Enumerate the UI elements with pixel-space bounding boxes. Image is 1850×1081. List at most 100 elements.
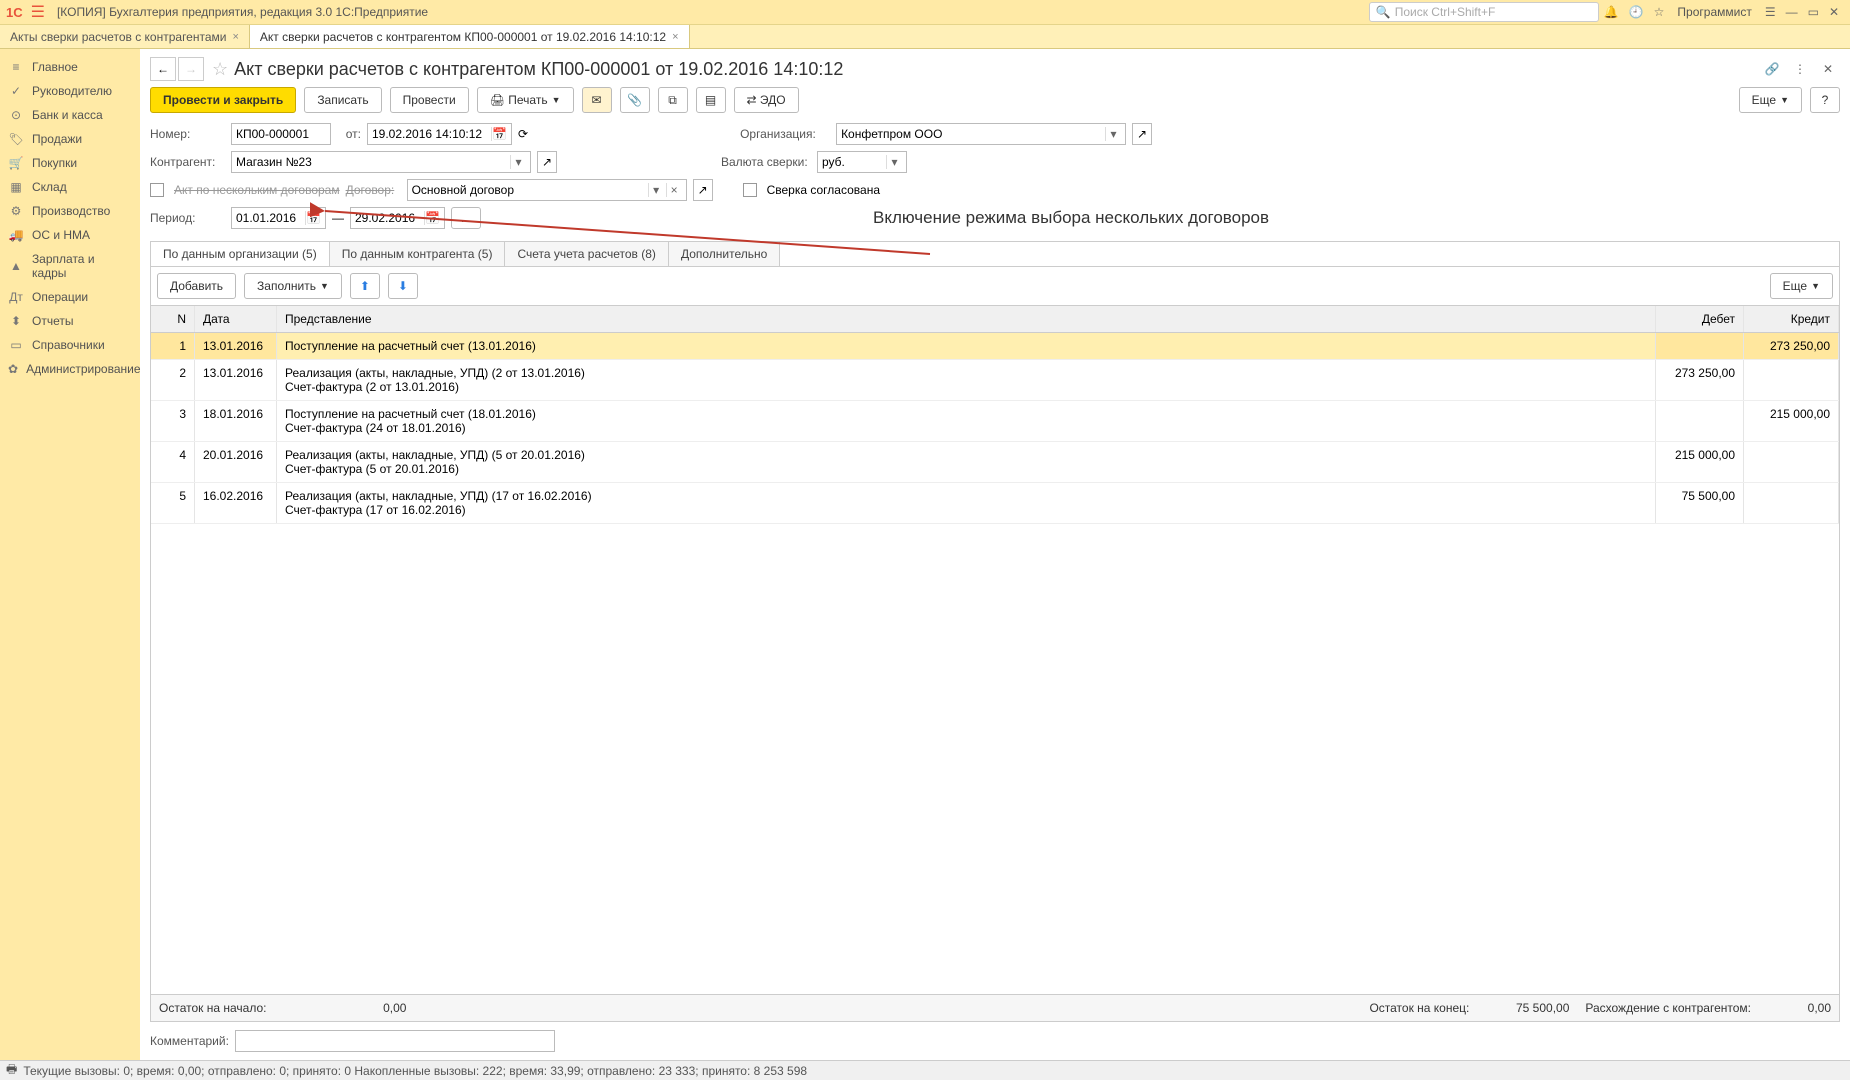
print-button[interactable]: 🖨 Печать▼ <box>477 87 574 113</box>
table-row[interactable]: 420.01.2016Реализация (акты, накладные, … <box>151 442 1839 483</box>
calendar-icon[interactable]: 📅 <box>424 211 440 225</box>
close-icon[interactable]: ✕ <box>1829 5 1839 19</box>
table-row[interactable]: 113.01.2016Поступление на расчетный счет… <box>151 333 1839 360</box>
history-icon[interactable]: 🕘 <box>1629 5 1644 19</box>
help-button[interactable]: ? <box>1810 87 1840 113</box>
cell-debit <box>1656 333 1744 359</box>
sidebar-item-sales[interactable]: 🏷Продажи <box>0 127 140 151</box>
statusbar: 🖶 Текущие вызовы: 0; время: 0,00; отправ… <box>0 1060 1850 1080</box>
cart-icon: 🛒 <box>8 156 24 170</box>
sidebar-item-operations[interactable]: ДтОперации <box>0 285 140 309</box>
checkbox-agreed[interactable] <box>743 183 757 197</box>
bell-icon[interactable]: 🔔 <box>1604 5 1619 19</box>
input-number[interactable]: КП00-000001 <box>231 123 331 145</box>
col-n[interactable]: N <box>151 306 195 332</box>
post-button[interactable]: Провести <box>390 87 469 113</box>
sidebar-item-stock[interactable]: ▦Склад <box>0 175 140 199</box>
col-date[interactable]: Дата <box>195 306 277 332</box>
close-icon[interactable]: × <box>232 31 238 43</box>
attach-button[interactable]: 📎 <box>620 87 650 113</box>
end-balance-value: 75 500,00 <box>1469 1001 1569 1015</box>
input-period-to[interactable]: 29.02.2016📅 <box>350 207 445 229</box>
sidebar-item-director[interactable]: ✓Руководителю <box>0 79 140 103</box>
calendar-icon[interactable]: 📅 <box>305 211 321 225</box>
calendar-icon[interactable]: 📅 <box>491 127 507 141</box>
cell-repr: Реализация (акты, накладные, УПД) (2 от … <box>277 360 1656 400</box>
cell-n: 4 <box>151 442 195 482</box>
tab-accounts[interactable]: Счета учета расчетов (8) <box>505 242 668 266</box>
move-up-button[interactable]: ⬆ <box>350 273 380 299</box>
input-org[interactable]: Конфетпром ООО▾ <box>836 123 1126 145</box>
tab-additional[interactable]: Дополнительно <box>669 242 780 266</box>
sidebar-item-refs[interactable]: ▭Справочники <box>0 333 140 357</box>
clear-icon[interactable]: × <box>666 183 682 197</box>
restore-icon[interactable]: ▭ <box>1808 5 1819 19</box>
checkbox-multi-contracts[interactable] <box>150 183 164 197</box>
refresh-icon[interactable]: ⟳ <box>518 127 528 141</box>
back-button[interactable]: ← <box>150 57 176 81</box>
table-row[interactable]: 213.01.2016Реализация (акты, накладные, … <box>151 360 1839 401</box>
favorite-icon[interactable]: ☆ <box>212 59 228 80</box>
link-icon[interactable]: 🔗 <box>1760 57 1784 81</box>
fill-button[interactable]: Заполнить▼ <box>244 273 342 299</box>
sidebar: ≡Главное ✓Руководителю ⊙Банк и касса 🏷Пр… <box>0 49 140 1060</box>
move-down-button[interactable]: ⬇ <box>388 273 418 299</box>
more-button[interactable]: Еще▼ <box>1739 87 1802 113</box>
sidebar-item-purchases[interactable]: 🛒Покупки <box>0 151 140 175</box>
open-contragent-button[interactable]: ↗ <box>537 151 557 173</box>
col-credit[interactable]: Кредит <box>1744 306 1839 332</box>
col-debit[interactable]: Дебет <box>1656 306 1744 332</box>
search-icon: 🔍 <box>1376 5 1391 19</box>
structure-button[interactable]: ⧉ <box>658 87 688 113</box>
open-org-button[interactable]: ↗ <box>1132 123 1152 145</box>
label-currency: Валюта сверки: <box>721 155 811 169</box>
user-label[interactable]: Программист <box>1677 5 1751 19</box>
input-comment[interactable] <box>235 1030 555 1052</box>
tab-contragent-data[interactable]: По данным контрагента (5) <box>330 242 506 266</box>
status-text: Текущие вызовы: 0; время: 0,00; отправле… <box>23 1064 807 1078</box>
settings-bars-icon[interactable]: ☰ <box>1765 5 1776 19</box>
tab-reconciliation-doc[interactable]: Акт сверки расчетов с контрагентом КП00-… <box>250 25 690 48</box>
table-row[interactable]: 516.02.2016Реализация (акты, накладные, … <box>151 483 1839 524</box>
sidebar-item-admin[interactable]: ✿Администрирование <box>0 357 140 381</box>
sidebar-item-main[interactable]: ≡Главное <box>0 55 140 79</box>
more-table-button[interactable]: Еще▼ <box>1770 273 1833 299</box>
chevron-down-icon[interactable]: ▾ <box>510 155 526 169</box>
add-button[interactable]: Добавить <box>157 273 236 299</box>
post-and-close-button[interactable]: Провести и закрыть <box>150 87 296 113</box>
menu-icon[interactable]: ☰ <box>31 2 45 22</box>
input-dogovor[interactable]: Основной договор▾× <box>407 179 687 201</box>
tab-org-data[interactable]: По данным организации (5) <box>151 242 330 266</box>
input-date[interactable]: 19.02.2016 14:10:12📅 <box>367 123 512 145</box>
sidebar-item-assets[interactable]: 🚚ОС и НМА <box>0 223 140 247</box>
printer-icon[interactable]: 🖶 <box>6 1060 17 1081</box>
col-repr[interactable]: Представление <box>277 306 1656 332</box>
edo-button[interactable]: ⇄ ЭДО <box>734 87 799 113</box>
email-button[interactable]: ✉ <box>582 87 612 113</box>
input-period-from[interactable]: 01.01.2016📅 <box>231 207 326 229</box>
star-icon[interactable]: ☆ <box>1654 5 1665 19</box>
cell-n: 3 <box>151 401 195 441</box>
sidebar-item-hr[interactable]: ▲Зарплата и кадры <box>0 247 140 285</box>
close-icon[interactable]: ✕ <box>1816 57 1840 81</box>
sidebar-item-production[interactable]: ⚙Производство <box>0 199 140 223</box>
gear-icon: ⚙ <box>8 204 24 218</box>
chevron-down-icon[interactable]: ▾ <box>886 155 902 169</box>
chevron-down-icon[interactable]: ▾ <box>1105 127 1121 141</box>
search-input[interactable]: 🔍 Поиск Ctrl+Shift+F <box>1369 2 1599 22</box>
input-currency[interactable]: руб.▾ <box>817 151 907 173</box>
close-icon[interactable]: × <box>672 31 678 43</box>
minimize-icon[interactable]: — <box>1786 5 1798 19</box>
input-contragent[interactable]: Магазин №23▾ <box>231 151 531 173</box>
forward-button[interactable]: → <box>178 57 204 81</box>
period-more-button[interactable]: ... <box>451 207 481 229</box>
sidebar-item-bank[interactable]: ⊙Банк и касса <box>0 103 140 127</box>
table-row[interactable]: 318.01.2016Поступление на расчетный счет… <box>151 401 1839 442</box>
chevron-down-icon[interactable]: ▾ <box>648 183 664 197</box>
register-button[interactable]: ▤ <box>696 87 726 113</box>
open-dogovor-button[interactable]: ↗ <box>693 179 713 201</box>
more-vertical-icon[interactable]: ⋮ <box>1788 57 1812 81</box>
write-button[interactable]: Записать <box>304 87 381 113</box>
tab-reconciliation-list[interactable]: Акты сверки расчетов с контрагентами× <box>0 25 250 48</box>
sidebar-item-reports[interactable]: ⬍Отчеты <box>0 309 140 333</box>
